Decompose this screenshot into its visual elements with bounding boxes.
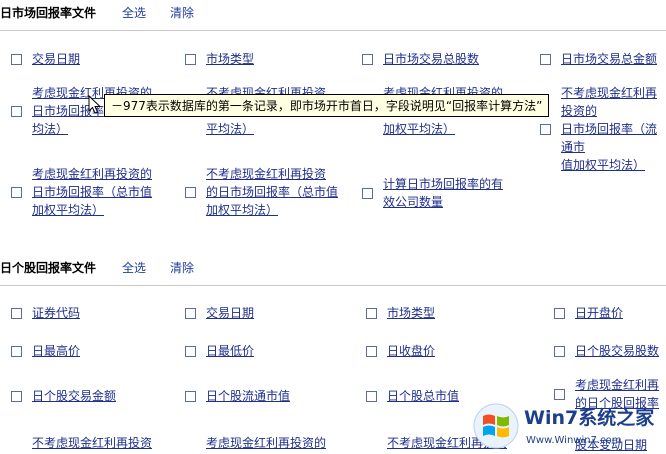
field-s2-float-mktcap[interactable]: 日个股流通市值 bbox=[185, 387, 290, 405]
field-label[interactable]: 交易日期 bbox=[32, 50, 80, 68]
checkbox-icon[interactable] bbox=[540, 53, 551, 65]
checkbox-icon[interactable] bbox=[11, 345, 22, 357]
field-s2-high-price[interactable]: 日最高价 bbox=[11, 342, 80, 360]
field-s2-market-type[interactable]: 市场类型 bbox=[366, 304, 435, 322]
checkbox-icon[interactable] bbox=[11, 307, 22, 319]
field-label[interactable]: 日个股交易股数 bbox=[575, 342, 659, 360]
field-label[interactable]: 日个股交易金额 bbox=[32, 387, 116, 405]
checkbox-icon[interactable] bbox=[554, 307, 565, 319]
checkbox-icon[interactable] bbox=[540, 123, 551, 135]
checkbox-icon[interactable] bbox=[366, 345, 377, 357]
field-label[interactable]: 不考虑现金红利再投资 的日市场回报率（总市值 加权平均法） bbox=[206, 165, 338, 219]
field-s2-close-price[interactable]: 日收盘价 bbox=[366, 342, 435, 360]
watermark-url: Www.Winwin7.com bbox=[526, 435, 621, 446]
section1-title: 日市场回报率文件 bbox=[0, 5, 97, 20]
checkbox-icon[interactable] bbox=[362, 53, 373, 65]
section2-divider bbox=[0, 285, 666, 286]
section2-title: 日个股回报率文件 bbox=[0, 260, 97, 275]
field-s2-trade-date[interactable]: 交易日期 bbox=[185, 304, 254, 322]
field-label[interactable]: 不考虑现金红利再投资的 日市场回报率（流通市 值加权平均法） bbox=[561, 84, 666, 174]
field-s2-low-price[interactable]: 日最低价 bbox=[185, 342, 254, 360]
checkbox-icon[interactable] bbox=[554, 345, 565, 357]
checkbox-icon[interactable] bbox=[362, 187, 373, 199]
watermark-brand: Win7系统之家 bbox=[524, 406, 655, 429]
checkbox-icon[interactable] bbox=[185, 345, 196, 357]
section2-clear-link[interactable]: 清除 bbox=[170, 259, 194, 276]
site-watermark: Win7系统之家 Www.Winwin7.com bbox=[473, 403, 655, 449]
checkbox-icon[interactable] bbox=[185, 53, 196, 65]
checkbox-icon[interactable] bbox=[11, 53, 22, 65]
checkbox-icon[interactable] bbox=[185, 390, 196, 402]
field-s1-company-count[interactable]: 计算日市场回报率的有 效公司数量 bbox=[362, 175, 503, 211]
windows-logo-icon bbox=[473, 403, 519, 449]
field-s1-total-amount[interactable]: 日市场交易总金额 bbox=[540, 50, 657, 68]
checkbox-icon[interactable] bbox=[11, 390, 22, 402]
checkbox-icon[interactable] bbox=[11, 186, 22, 198]
field-s2-return-div-b[interactable]: 考虑现金红利再投资的 bbox=[185, 434, 326, 452]
mouse-cursor-icon bbox=[88, 95, 102, 114]
field-label[interactable]: 日个股流通市值 bbox=[206, 387, 290, 405]
field-label[interactable]: 考虑现金红利再投资的 日市场回报率（总市值 加权平均法） bbox=[32, 165, 152, 219]
field-s1-trade-date[interactable]: 交易日期 bbox=[11, 50, 80, 68]
field-label[interactable]: 交易日期 bbox=[206, 304, 254, 322]
section1-select-all-link[interactable]: 全选 bbox=[122, 4, 146, 21]
field-label[interactable]: 市场类型 bbox=[206, 50, 254, 68]
checkbox-icon[interactable] bbox=[366, 307, 377, 319]
field-label[interactable]: 证券代码 bbox=[32, 304, 80, 322]
field-label[interactable]: 日市场交易总金额 bbox=[561, 50, 657, 68]
checkbox-icon[interactable] bbox=[11, 105, 22, 117]
field-s1-return-total-nodiv[interactable]: 不考虑现金红利再投资 的日市场回报率（总市值 加权平均法） bbox=[185, 165, 338, 219]
field-s1-return-float-nodiv[interactable]: 不考虑现金红利再投资的 日市场回报率（流通市 值加权平均法） bbox=[540, 84, 666, 174]
field-s2-total-mktcap[interactable]: 日个股总市值 bbox=[366, 387, 459, 405]
checkbox-icon[interactable] bbox=[185, 307, 196, 319]
field-label[interactable]: 市场类型 bbox=[387, 304, 435, 322]
field-s2-return-nodiv-a[interactable]: 不考虑现金红利再投资 bbox=[11, 434, 152, 452]
field-label[interactable]: 日开盘价 bbox=[575, 304, 623, 322]
field-label[interactable]: 日最高价 bbox=[32, 342, 80, 360]
field-s2-trade-amount[interactable]: 日个股交易金额 bbox=[11, 387, 116, 405]
field-label[interactable]: 计算日市场回报率的有 效公司数量 bbox=[383, 175, 503, 211]
field-s2-stock-code[interactable]: 证券代码 bbox=[11, 304, 80, 322]
field-tooltip: －977表示数据库的第一条记录，即市场开市首日，字段说明见“回报率计算方法” bbox=[104, 94, 550, 117]
field-s2-open-price[interactable]: 日开盘价 bbox=[554, 304, 623, 322]
field-label[interactable]: 日个股总市值 bbox=[387, 387, 459, 405]
section1-clear-link[interactable]: 清除 bbox=[170, 4, 194, 21]
section2-select-all-link[interactable]: 全选 bbox=[122, 259, 146, 276]
field-label[interactable]: 日市场交易总股数 bbox=[383, 50, 479, 68]
field-s1-total-shares[interactable]: 日市场交易总股数 bbox=[362, 50, 479, 68]
section1-header: 日市场回报率文件 全选 清除 bbox=[0, 1, 194, 23]
checkbox-icon[interactable] bbox=[366, 390, 377, 402]
field-label[interactable]: 日最低价 bbox=[206, 342, 254, 360]
section1-divider bbox=[0, 30, 666, 31]
field-label[interactable]: 日收盘价 bbox=[387, 342, 435, 360]
field-label[interactable]: 不考虑现金红利再投资 bbox=[32, 434, 152, 452]
field-s1-market-type[interactable]: 市场类型 bbox=[185, 50, 254, 68]
field-label[interactable]: 考虑现金红利再投资的 bbox=[206, 434, 326, 452]
field-s1-return-total-div[interactable]: 考虑现金红利再投资的 日市场回报率（总市值 加权平均法） bbox=[11, 165, 152, 219]
section2-header: 日个股回报率文件 全选 清除 bbox=[0, 256, 194, 278]
field-s2-trade-shares[interactable]: 日个股交易股数 bbox=[554, 342, 659, 360]
checkbox-icon[interactable] bbox=[185, 186, 196, 198]
